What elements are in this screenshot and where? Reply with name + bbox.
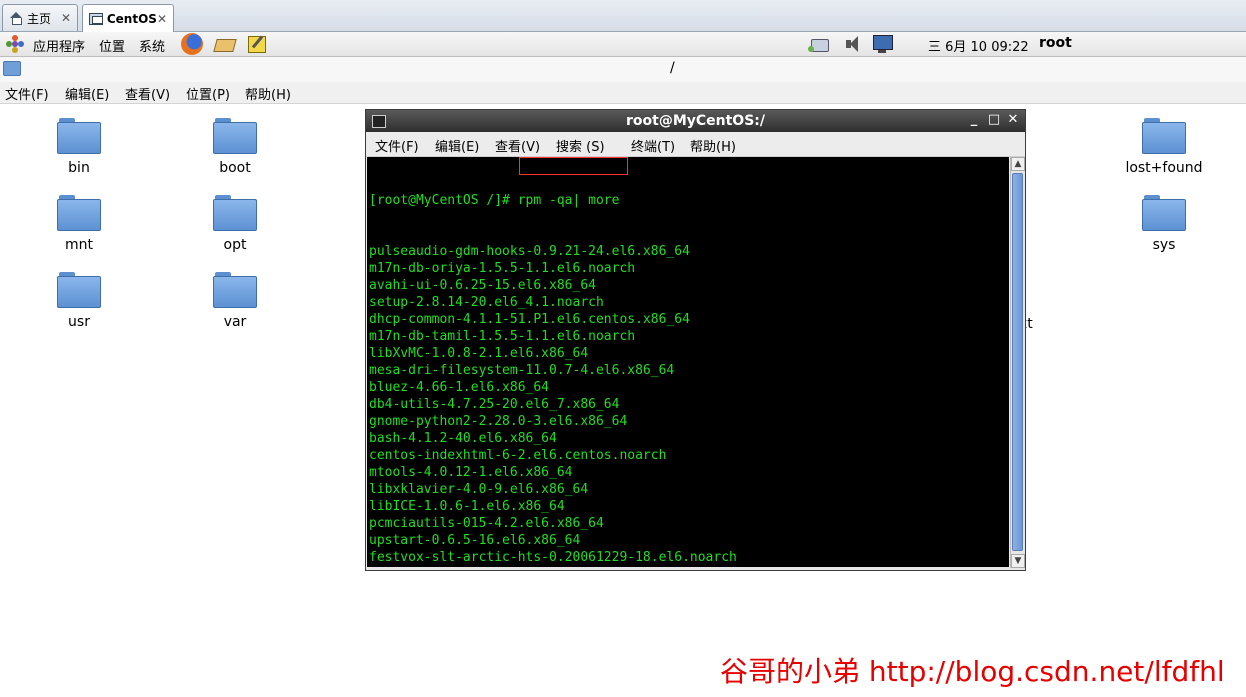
close-icon[interactable]: ✕ [157, 12, 167, 26]
terminal-output-line: centos-indexhtml-6-2.el6.centos.noarch [369, 448, 667, 463]
terminal-output-line: mesa-dri-filesystem-11.0.7-4.el6.x86_64 [369, 363, 675, 378]
fm-menu-edit[interactable]: 编辑(E) [65, 84, 109, 103]
folder-usr[interactable]: usr [29, 272, 129, 330]
close-button[interactable]: ✕ [1005, 112, 1021, 129]
terminal-output-line: bluez-4.66-1.el6.x86_64 [369, 380, 550, 395]
close-icon[interactable]: ✕ [61, 11, 71, 25]
scroll-up-arrow-icon[interactable]: ▲ [1011, 157, 1025, 171]
fm-menu-view[interactable]: 查看(V) [125, 84, 170, 103]
folder-icon [213, 118, 257, 154]
term-menu-search[interactable]: 搜索 (S) [556, 136, 605, 155]
terminal-output-line: libXvMC-1.0.8-2.1.el6.x86_64 [369, 346, 589, 361]
term-menu-terminal[interactable]: 终端(T) [631, 136, 675, 155]
folder-label: bin [68, 160, 90, 176]
terminal-output-line: pulseaudio-gdm-hooks-0.9.21-24.el6.x86_6… [369, 244, 690, 259]
fm-menu-file[interactable]: 文件(F) [5, 84, 49, 103]
terminal-output-line: festvox-slt-arctic-hts-0.20061229-18.el6… [369, 550, 737, 565]
terminal-output-line: m17n-db-tamil-1.5.5-1.1.el6.noarch [369, 329, 636, 344]
minimize-button[interactable]: _ [966, 112, 982, 129]
typed-command: rpm -qa| more [517, 193, 620, 208]
fm-menu-help[interactable]: 帮助(H) [245, 84, 291, 103]
folder-icon [57, 118, 101, 154]
term-menu-file[interactable]: 文件(F) [375, 136, 419, 155]
terminal-window[interactable]: root@MyCentOS:/ _ □ ✕ 文件(F) 编辑(E) 查看(V) … [365, 109, 1026, 571]
network-status-icon[interactable] [808, 34, 830, 54]
menu-applications[interactable]: 应用程序 [33, 36, 85, 55]
term-menu-help[interactable]: 帮助(H) [690, 136, 736, 155]
folder-icon [1142, 195, 1186, 231]
terminal-menubar: 文件(F) 编辑(E) 查看(V) 搜索 (S) 终端(T) 帮助(H) [366, 132, 1025, 157]
terminal-scrollbar[interactable]: ▲ ▼ [1010, 157, 1025, 568]
terminal-output-line: pcmciautils-015-4.2.el6.x86_64 [369, 516, 604, 531]
watermark: 谷哥的小弟 http://blog.csdn.net/lfdfhl [720, 655, 1225, 688]
terminal-output-line: m17n-db-oriya-1.5.5-1.1.el6.noarch [369, 261, 636, 276]
panel-user[interactable]: root [1039, 35, 1072, 51]
folder-label: var [223, 314, 247, 330]
terminal-output-line: upstart-0.6.5-16.el6.x86_64 [369, 533, 581, 548]
fm-menu-places[interactable]: 位置(P) [186, 84, 230, 103]
terminal-output-line: libxklavier-4.0-9.el6.x86_64 [369, 482, 589, 497]
term-menu-view[interactable]: 查看(V) [495, 136, 540, 155]
gnome-foot-icon [6, 35, 24, 53]
folder-var[interactable]: var [185, 272, 285, 330]
terminal-output-line: setup-2.8.14-20.el6_4.1.noarch [369, 295, 604, 310]
folder-bin[interactable]: bin [29, 118, 129, 176]
command-line: [root@MyCentOS /]# rpm -qa| more [369, 192, 737, 209]
tab-centos[interactable]: CentOS ✕ [82, 4, 174, 32]
terminal-output-line: libICE-1.0.6-1.el6.x86_64 [369, 499, 565, 514]
terminal-titlebar[interactable]: root@MyCentOS:/ _ □ ✕ [366, 110, 1025, 132]
folder-label: lost+found [1125, 160, 1203, 176]
maximize-button[interactable]: □ [986, 112, 1002, 129]
terminal-screen[interactable]: [root@MyCentOS /]# rpm -qa| more pulseau… [367, 157, 1009, 567]
folder-icon [57, 272, 101, 308]
folder-label: sys [1152, 237, 1176, 253]
gnome-top-panel: 应用程序 位置 系统 三 6月 10 09:22 root [0, 32, 1246, 57]
file-manager-pathbar: / [0, 57, 1246, 83]
terminal-output-line: libpng-1.2.49-2.el6_7.x86_64 [369, 566, 737, 567]
file-manager-menubar: 文件(F) 编辑(E) 查看(V) 位置(P) 帮助(H) [0, 82, 1246, 104]
shell-prompt: [root@MyCentOS /]# [369, 193, 518, 208]
terminal-output-line: bash-4.1.2-40.el6.x86_64 [369, 431, 557, 446]
folder-label: boot [219, 160, 251, 176]
folder-icon [213, 195, 257, 231]
folder-icon [1142, 118, 1186, 154]
scroll-down-arrow-icon[interactable]: ▼ [1011, 554, 1025, 568]
folder-icon [57, 195, 101, 231]
current-path: / [670, 60, 675, 76]
folder-opt[interactable]: opt [185, 195, 285, 253]
tab-centos-label: CentOS [106, 11, 157, 26]
text-editor-icon[interactable] [246, 33, 268, 55]
term-menu-edit[interactable]: 编辑(E) [435, 136, 479, 155]
folder-label: usr [68, 314, 90, 330]
terminal-output-line: gnome-python2-2.28.0-3.el6.x86_64 [369, 414, 628, 429]
terminal-title: root@MyCentOS:/ [625, 113, 765, 129]
home-icon [9, 11, 23, 25]
folder-icon [213, 272, 257, 308]
command-highlight-box [519, 157, 628, 175]
menu-system[interactable]: 系统 [139, 36, 165, 55]
mail-client-icon[interactable] [213, 33, 235, 55]
volume-icon[interactable] [842, 34, 864, 54]
scrollbar-thumb[interactable] [1012, 173, 1023, 551]
firefox-icon[interactable] [181, 33, 203, 55]
tab-home-label: 主页 [27, 11, 52, 26]
folder-label: mnt [65, 237, 93, 253]
terminal-output-line: avahi-ui-0.6.25-15.el6.x86_64 [369, 278, 596, 293]
folder-lost-found[interactable]: lost+found [1114, 118, 1214, 176]
folder-sys[interactable]: sys [1114, 195, 1214, 253]
folder-mnt[interactable]: mnt [29, 195, 129, 253]
menu-places[interactable]: 位置 [99, 36, 125, 55]
panel-clock[interactable]: 三 6月 10 09:22 [928, 36, 1029, 55]
display-icon[interactable] [871, 34, 893, 54]
folder-label: opt [223, 237, 247, 253]
vm-tab-strip: 主页 ✕ CentOS ✕ [0, 0, 1246, 32]
terminal-output: [root@MyCentOS /]# rpm -qa| more pulseau… [369, 158, 737, 567]
vm-icon [89, 12, 103, 25]
folder-boot[interactable]: boot [185, 118, 285, 176]
folder-icon[interactable] [3, 61, 21, 76]
tab-home[interactable]: 主页 ✕ [2, 4, 78, 31]
terminal-output-line: mtools-4.0.12-1.el6.x86_64 [369, 465, 573, 480]
terminal-output-line: dhcp-common-4.1.1-51.P1.el6.centos.x86_6… [369, 312, 690, 327]
terminal-output-line: db4-utils-4.7.25-20.el6_7.x86_64 [369, 397, 620, 412]
